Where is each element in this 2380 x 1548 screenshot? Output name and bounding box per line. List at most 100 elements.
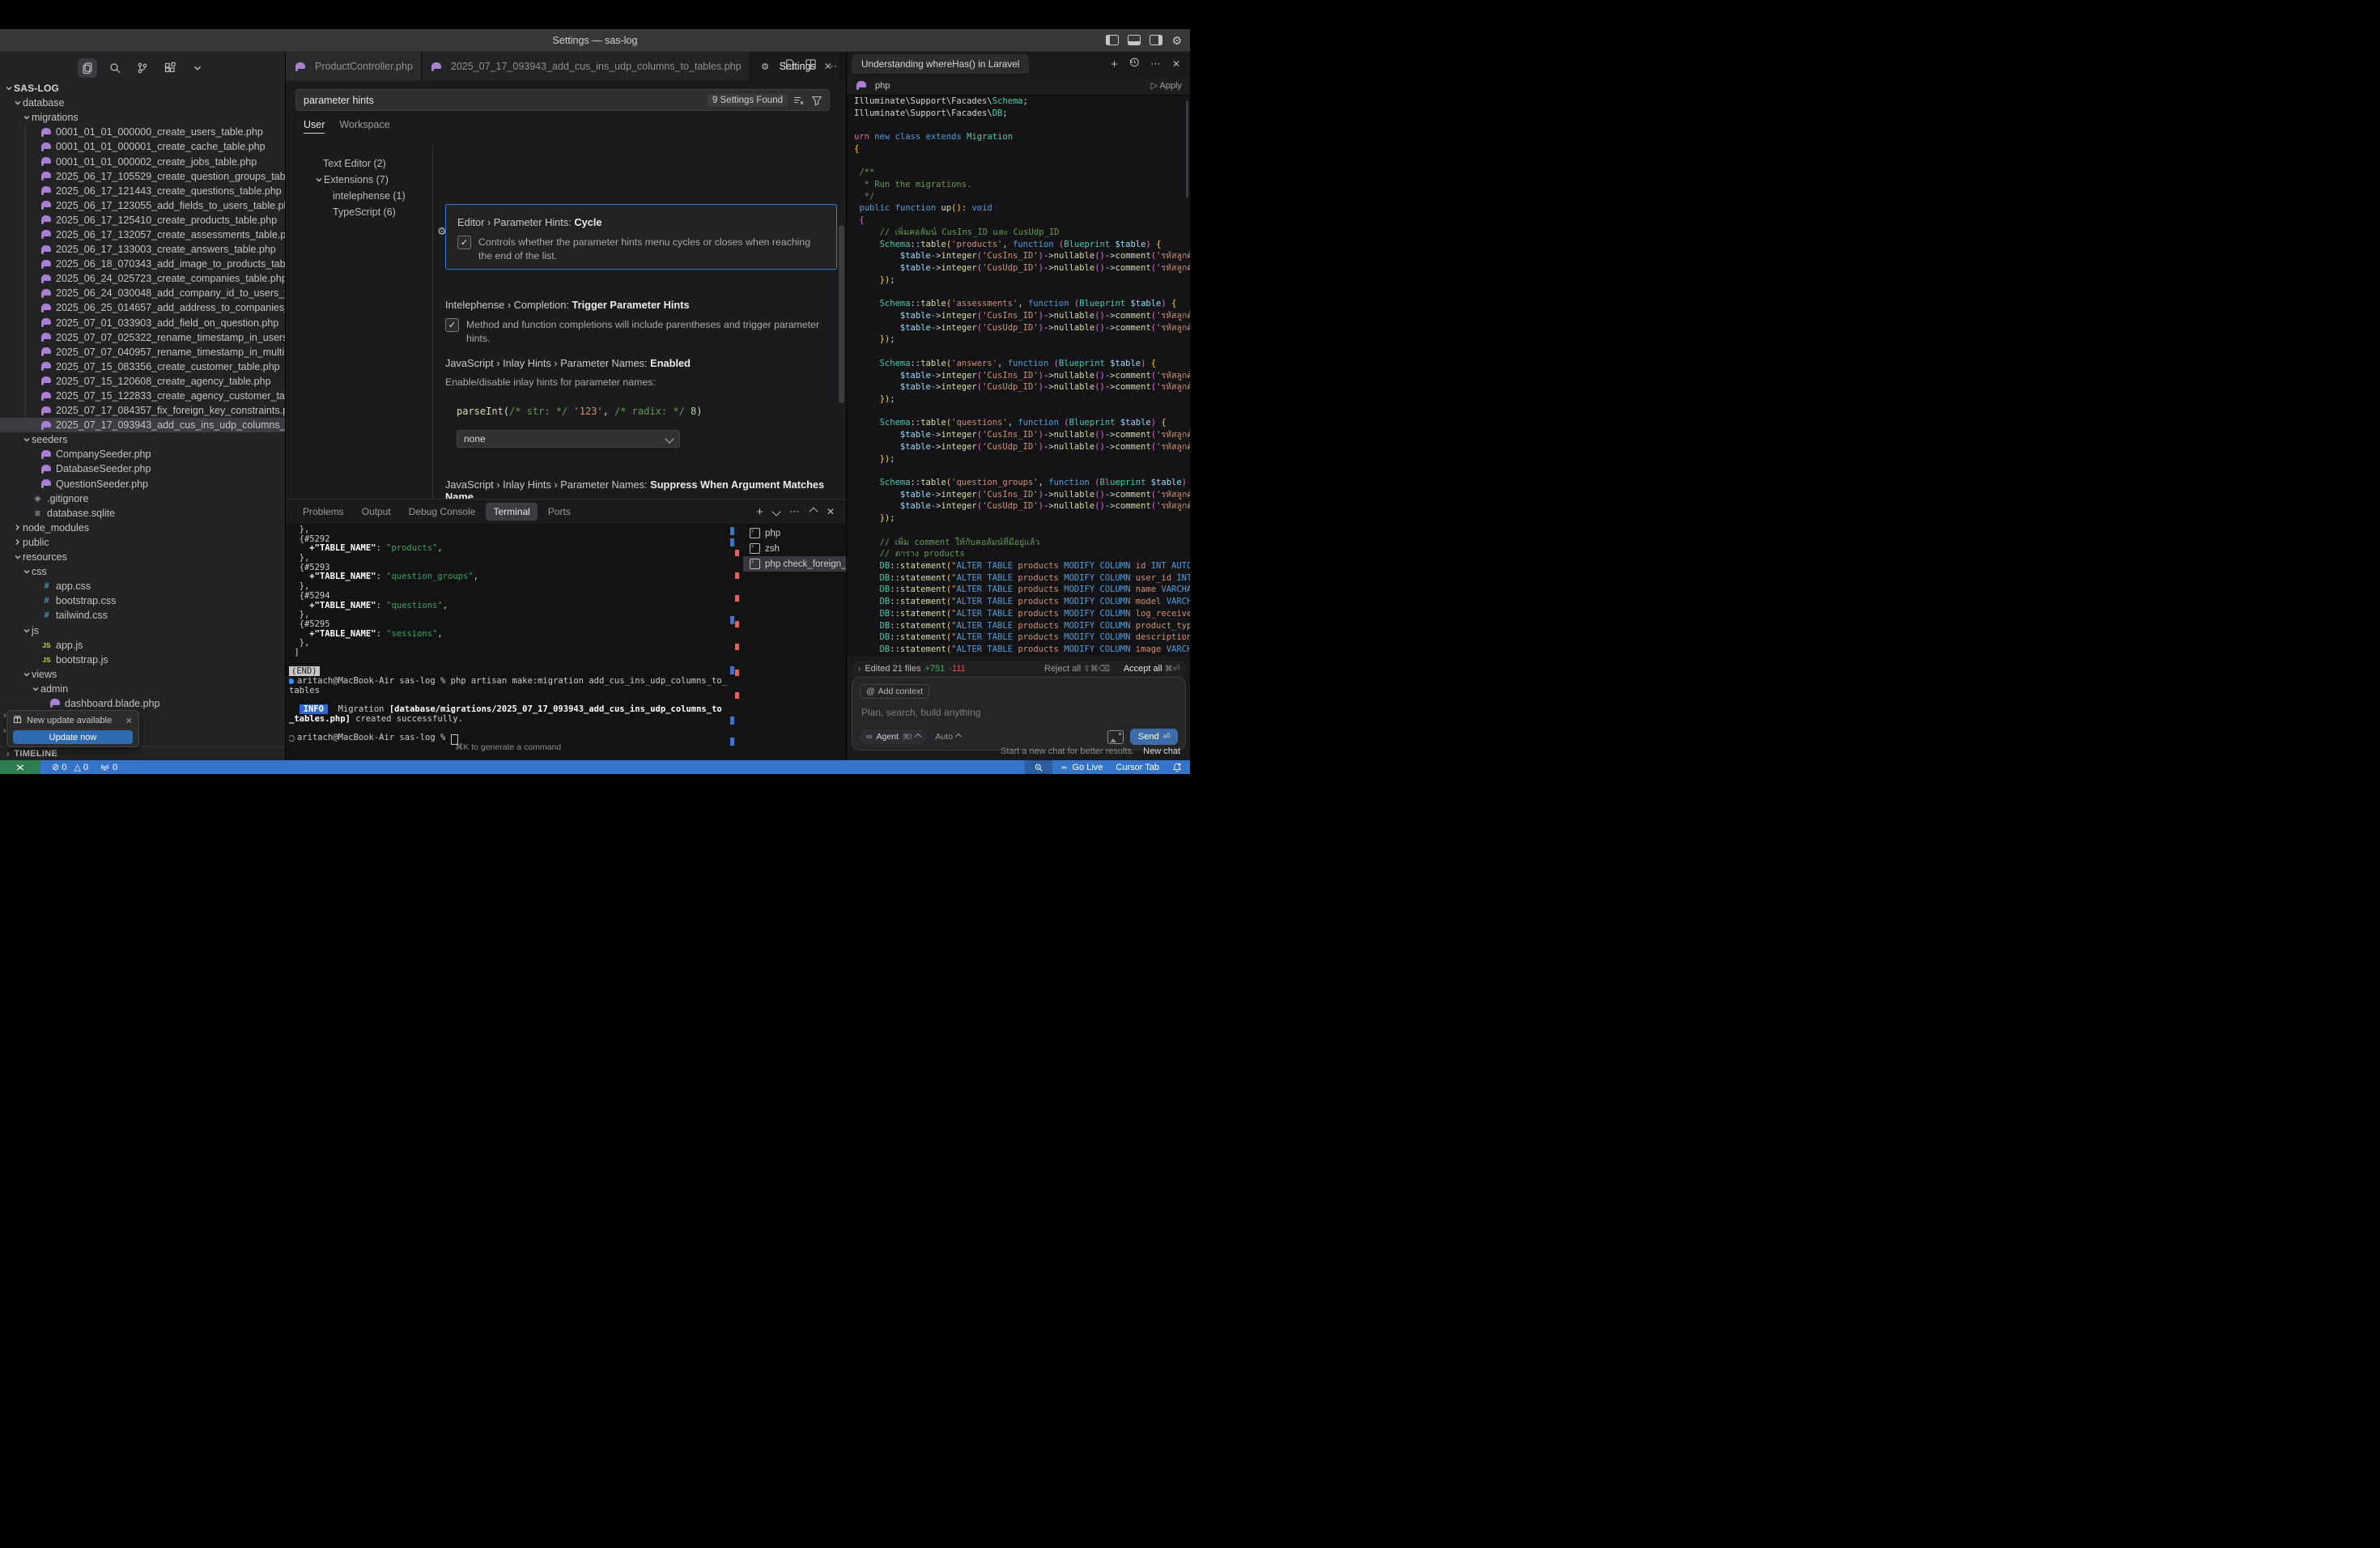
file-tree-row[interactable]: public — [0, 535, 285, 550]
file-tree-row[interactable]: 0001_01_01_000000_create_users_table.php — [0, 125, 285, 139]
problems-status[interactable]: ⊘ 0 △ 0 — [52, 762, 88, 772]
open-changes-icon[interactable] — [783, 58, 795, 74]
settings-toc-item[interactable]: Extensions (7) — [286, 172, 432, 188]
chevron-right-icon[interactable]: › — [858, 665, 861, 674]
file-tree-row[interactable]: .gitignore — [0, 491, 285, 506]
send-button[interactable]: Send⏎ — [1130, 729, 1178, 745]
terminal-session[interactable]: php check_foreign_keys… — [743, 556, 846, 572]
file-tree-row[interactable]: admin — [0, 682, 285, 696]
panel-tab[interactable]: Terminal — [486, 503, 537, 521]
source-control-icon[interactable] — [133, 58, 152, 78]
new-terminal-icon[interactable]: + — [756, 505, 763, 519]
new-chat-link[interactable]: New chat — [1143, 746, 1180, 756]
file-tree-row[interactable]: app.js — [0, 638, 285, 653]
terminal-session[interactable]: zsh — [743, 541, 846, 556]
cursor-tab-status[interactable]: Cursor Tab — [1116, 763, 1159, 772]
file-tree-row[interactable]: tailwind.css — [0, 608, 285, 623]
panel-tab[interactable]: Output — [355, 503, 398, 521]
more-options-icon[interactable]: ⋯ — [1150, 57, 1162, 70]
close-chat-icon[interactable]: ✕ — [1172, 58, 1180, 70]
file-tree-row[interactable]: 0001_01_01_000002_create_jobs_table.php — [0, 154, 285, 168]
terminal-output[interactable]: }, {#5292 +"TABLE_NAME": "products", }, … — [289, 525, 727, 760]
panel-tab[interactable]: Debug Console — [402, 503, 483, 521]
panel-tab[interactable]: Ports — [541, 503, 578, 521]
code-block[interactable]: Illuminate\Support\Facades\Schema;Illumi… — [847, 96, 1190, 656]
settings-gear-icon[interactable]: ⚙ — [1171, 35, 1182, 46]
toggle-panel-icon[interactable] — [1128, 35, 1141, 45]
inlay-hints-select[interactable]: none — [457, 430, 680, 448]
attach-image-icon[interactable] — [1107, 730, 1124, 744]
update-now-button[interactable]: Update now — [13, 730, 133, 744]
toggle-left-sidebar-icon[interactable] — [1106, 35, 1119, 45]
file-tree-row[interactable]: views — [0, 667, 285, 682]
file-tree-row[interactable]: DatabaseSeeder.php — [0, 461, 285, 476]
settings-scope-tab[interactable]: User — [304, 119, 325, 134]
terminal-dropdown-icon[interactable] — [771, 507, 780, 516]
ports-status[interactable]: 0 — [100, 763, 117, 772]
more-actions-icon[interactable]: ⋯ — [827, 60, 838, 73]
file-tree-row[interactable]: 2025_07_07_040957_rename_timestamp_in_mu… — [0, 345, 285, 359]
file-tree-row[interactable]: js — [0, 623, 285, 637]
file-tree-row[interactable]: 2025_07_01_033903_add_field_on_question.… — [0, 316, 285, 330]
panel-tab[interactable]: Problems — [295, 503, 351, 521]
new-chat-icon[interactable]: + — [1111, 57, 1118, 71]
agent-mode-selector[interactable]: ∞ Agent ⌘I — [860, 729, 927, 744]
checkbox[interactable] — [457, 236, 471, 249]
settings-search-input[interactable] — [296, 95, 708, 106]
file-tree-row[interactable]: 2025_06_17_132057_create_assessments_tab… — [0, 228, 285, 242]
file-tree-row[interactable]: 2025_06_24_025723_create_companies_table… — [0, 271, 285, 286]
file-tree-row[interactable]: css — [0, 564, 285, 579]
remote-indicator[interactable] — [0, 760, 40, 774]
maximize-panel-icon[interactable] — [809, 507, 818, 516]
file-tree-row[interactable]: 2025_06_17_121443_create_questions_table… — [0, 184, 285, 198]
explorer-files-icon[interactable] — [78, 58, 97, 78]
apply-code-button[interactable]: ▷ Apply — [1151, 80, 1182, 91]
file-tree-row[interactable]: seeders — [0, 432, 285, 447]
accept-all-button[interactable]: Accept all ⌘⏎ — [1124, 664, 1179, 674]
toggle-right-sidebar-icon[interactable] — [1150, 35, 1162, 45]
more-actions-icon[interactable]: ⋯ — [789, 505, 801, 518]
filter-icon[interactable] — [811, 95, 822, 106]
settings-toc-item[interactable]: TypeScript (6) — [286, 204, 432, 220]
file-tree-row[interactable]: database.sqlite — [0, 506, 285, 521]
file-tree-row[interactable]: CompanySeeder.php — [0, 447, 285, 461]
history-icon[interactable] — [1128, 57, 1140, 72]
go-live-button[interactable]: Go Live — [1059, 763, 1103, 772]
file-tree-row[interactable]: 0001_01_01_000001_create_cache_table.php — [0, 139, 285, 154]
file-tree-row[interactable]: node_modules — [0, 521, 285, 535]
extensions-icon[interactable] — [160, 58, 180, 78]
timeline-section-header[interactable]: › TIMELINE — [0, 746, 285, 760]
file-tree-row[interactable]: bootstrap.js — [0, 653, 285, 667]
file-tree-row[interactable]: 2025_06_24_030048_add_company_id_to_user… — [0, 286, 285, 300]
editor-tab[interactable]: 2025_07_17_093943_add_cus_ins_udp_column… — [422, 52, 750, 81]
file-tree-row[interactable]: migrations — [0, 110, 285, 125]
edited-files-label[interactable]: Edited 21 files — [865, 664, 920, 674]
file-tree-row[interactable]: 2025_07_17_093943_add_cus_ins_udp_column… — [0, 418, 285, 432]
file-tree-row[interactable]: 2025_07_07_025322_rename_timestamp_in_us… — [0, 330, 285, 345]
terminal-session[interactable]: php — [743, 525, 846, 541]
file-tree-row[interactable]: 2025_06_25_014657_add_address_to_compani… — [0, 300, 285, 315]
chat-input[interactable] — [860, 706, 1181, 719]
reject-all-button[interactable]: Reject all ⇧⌘⌫ — [1044, 664, 1110, 674]
close-icon[interactable]: ✕ — [125, 716, 133, 726]
file-tree-row[interactable]: database — [0, 96, 285, 110]
file-tree-row[interactable]: 2025_06_17_105529_create_question_groups… — [0, 169, 285, 184]
file-tree-row[interactable]: bootstrap.css — [0, 593, 285, 608]
scrollbar-thumb[interactable] — [839, 225, 844, 403]
chevron-down-icon[interactable] — [188, 58, 207, 78]
notifications-bell-icon[interactable] — [1172, 762, 1182, 772]
file-tree-row[interactable]: app.css — [0, 579, 285, 593]
clear-filters-icon[interactable] — [793, 95, 805, 106]
file-tree-row[interactable]: 2025_06_17_123055_add_fields_to_users_ta… — [0, 198, 285, 213]
file-tree-row[interactable]: resources — [0, 550, 285, 564]
file-tree-row[interactable]: 2025_06_18_070343_add_image_to_products_… — [0, 257, 285, 271]
file-tree-row[interactable]: 2025_07_15_083356_create_customer_table.… — [0, 359, 285, 374]
file-tree-row[interactable]: 2025_06_17_133003_create_answers_table.p… — [0, 242, 285, 257]
checkbox[interactable] — [445, 318, 459, 332]
model-selector[interactable]: Auto — [935, 732, 961, 742]
file-tree-row[interactable]: 2025_07_17_084357_fix_foreign_key_constr… — [0, 403, 285, 418]
scrollbar-thumb[interactable] — [1186, 100, 1188, 198]
settings-scope-tab[interactable]: Workspace — [339, 119, 389, 134]
file-tree-row[interactable]: 2025_06_17_125410_create_products_table.… — [0, 213, 285, 228]
file-tree-row[interactable]: dashboard.blade.php — [0, 696, 285, 711]
